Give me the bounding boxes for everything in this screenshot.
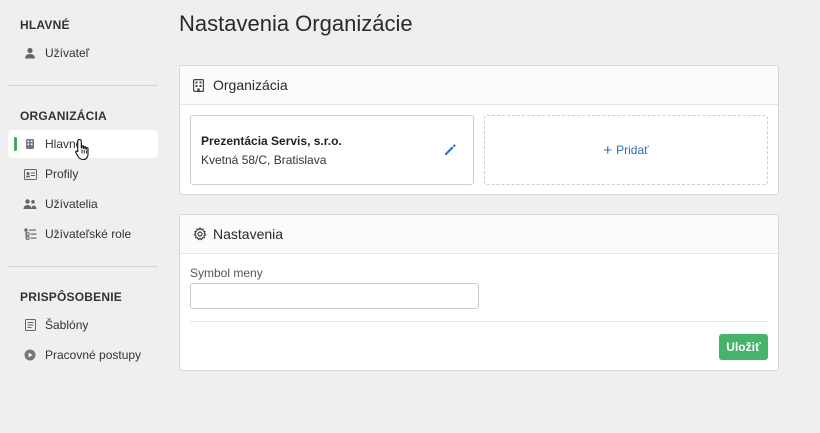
sidebar-item-workflows[interactable]: Pracovné postupy (8, 341, 158, 369)
sidebar-section-title-organization: ORGANIZÁCIA (20, 109, 107, 123)
sidebar-item-user-roles[interactable]: Užívateľské role (8, 220, 158, 248)
active-indicator (14, 137, 17, 151)
plus-icon: + (603, 141, 613, 159)
organization-address: Kvetná 58/C, Bratislava (201, 153, 327, 167)
sidebar-item-label: Šablóny (45, 318, 89, 332)
building-icon (23, 137, 37, 151)
organization-card-title: Organizácia (213, 77, 288, 93)
sidebar-item-users[interactable]: Užívatelia (8, 190, 158, 218)
gear-icon (193, 227, 207, 241)
play-circle-icon (23, 348, 37, 362)
sidebar-divider (8, 266, 158, 267)
id-card-icon (23, 167, 37, 181)
sidebar-item-templates[interactable]: Šablóny (8, 311, 158, 339)
settings-card-title: Nastavenia (213, 226, 284, 242)
users-icon (23, 197, 37, 211)
organization-entry: Prezentácia Servis, s.r.o. Kvetná 58/C, … (190, 115, 474, 185)
organization-card-header: Organizácia (180, 66, 778, 105)
sidebar-item-label: Hlavné (45, 137, 83, 151)
sidebar-section-title-main: HLAVNÉ (20, 18, 70, 32)
sidebar-item-label: Užívatelia (45, 197, 98, 211)
settings-card-header: Nastavenia (180, 215, 778, 254)
settings-card: Nastavenia Symbol meny Uložiť (179, 214, 779, 371)
organization-name: Prezentácia Servis, s.r.o. (201, 134, 342, 148)
page-title: Nastavenia Organizácie (179, 11, 413, 36)
add-organization-button[interactable]: + Pridať (484, 115, 768, 185)
sidebar: HLAVNÉ Užívateľ ORGANIZÁCIA Hlavné Profi… (0, 0, 166, 433)
organization-card: Organizácia Prezentácia Servis, s.r.o. K… (179, 65, 779, 195)
sidebar-item-label: Užívateľské role (45, 227, 132, 241)
sidebar-divider (8, 85, 158, 86)
settings-divider (190, 321, 768, 322)
edit-organization-button[interactable] (443, 143, 457, 157)
sidebar-item-user[interactable]: Užívateľ (8, 39, 158, 67)
template-icon (23, 318, 37, 332)
sidebar-section-title-customization: PRISPÔSOBENIE (20, 290, 122, 304)
currency-symbol-label: Symbol meny (190, 266, 263, 280)
pencil-icon (445, 144, 456, 155)
add-organization-label: Pridať (616, 143, 649, 157)
building-icon (193, 78, 207, 92)
sidebar-item-main[interactable]: Hlavné (8, 130, 158, 158)
sidebar-item-label: Užívateľ (45, 46, 90, 60)
user-icon (23, 46, 37, 60)
roles-list-icon (23, 227, 37, 241)
sidebar-item-label: Pracovné postupy (45, 348, 142, 362)
save-button[interactable]: Uložiť (719, 334, 768, 360)
sidebar-item-profiles[interactable]: Profily (8, 160, 158, 188)
currency-symbol-input[interactable] (190, 283, 479, 309)
sidebar-item-label: Profily (45, 167, 79, 181)
